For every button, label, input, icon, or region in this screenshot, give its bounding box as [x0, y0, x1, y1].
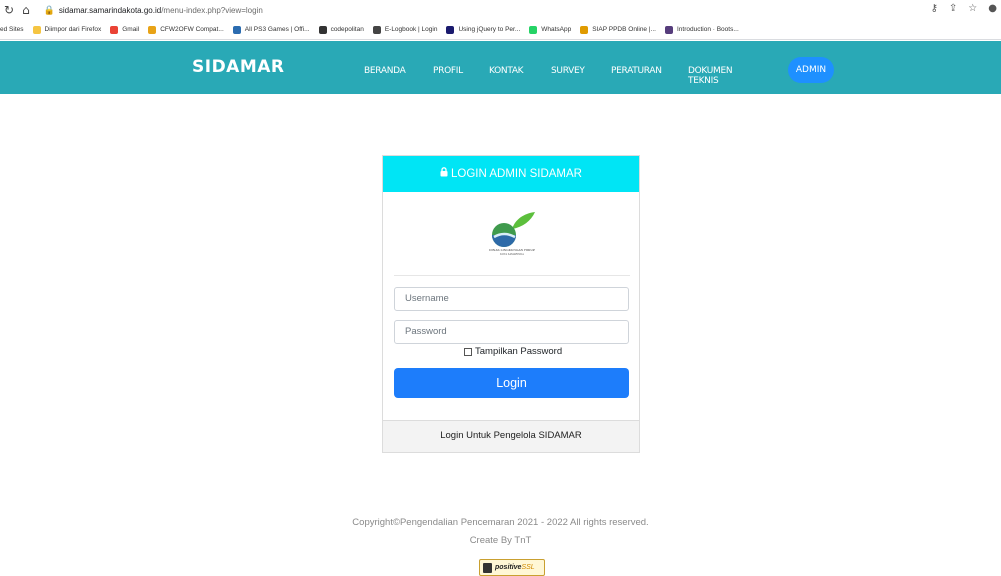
login-title: LOGIN ADMIN SIDAMAR — [451, 168, 582, 180]
logo-caption: DINAS LINGKUNGAN HIDUP — [489, 248, 535, 252]
bookmark-label: SIAP PPDB Online |... — [592, 26, 656, 33]
bookmark-label: WhatsApp — [541, 26, 572, 33]
reload-icon[interactable]: ↻ — [4, 3, 14, 17]
extension-icon[interactable]: ● — [988, 3, 997, 14]
bookmark-item[interactable]: codepolitan — [318, 25, 364, 34]
bookmarks-bar: ed Sites Diimpor dari Firefox Gmail CFW2OFW… — [0, 20, 1001, 40]
browser-nav: ↻ ⌂ — [0, 3, 30, 17]
nav-peraturan[interactable]: PERATURAN — [611, 66, 662, 76]
nav-kontak[interactable]: KONTAK — [489, 66, 524, 76]
url-domain: sidamar.samarindakota.go.id — [58, 5, 162, 15]
created-by-text: Create By TnT — [469, 535, 532, 546]
bookmark-icon — [529, 25, 538, 34]
bookmark-icon — [446, 25, 455, 34]
bookmark-item[interactable]: Gmail — [110, 25, 140, 34]
copyright-text: Copyright©Pengendalian Pencemaran 2021 -… — [352, 517, 649, 528]
share-icon[interactable]: ⇪ — [949, 3, 957, 14]
bookmark-item[interactable]: E-Logbook | Login — [372, 25, 438, 34]
password-input[interactable]: Password — [394, 320, 629, 344]
bookmark-item[interactable]: WhatsApp — [529, 25, 572, 34]
ssl-badge-suffix: SSL — [521, 564, 535, 571]
logo-subcaption: KOTA SAMARINDA — [500, 253, 524, 256]
bookmark-item[interactable]: SIAP PPDB Online |... — [580, 25, 656, 34]
bookmark-item[interactable]: Diimpor dari Firefox — [32, 25, 102, 34]
bookmark-icon — [110, 25, 119, 34]
site-navbar: SIDAMAR BERANDA PROFIL KONTAK SURVEY PER… — [0, 41, 1001, 94]
ssl-badge-label: positive — [495, 564, 522, 571]
nav-dokumen-teknis[interactable]: DOKUMEN TEKNIS — [688, 66, 733, 86]
bookmark-icon — [580, 25, 589, 34]
lock-icon — [440, 156, 448, 192]
bookmark-label: Introduction · Boots... — [676, 26, 739, 33]
home-icon[interactable]: ⌂ — [22, 3, 30, 17]
bookmark-label: CFW2OFW Compat... — [160, 26, 224, 33]
username-input[interactable]: Username — [394, 287, 629, 311]
show-password-checkbox[interactable] — [464, 347, 472, 356]
url-path: /menu-index.php?view=login — [161, 5, 263, 15]
browser-actions: ⚷ ⇪ ☆ ● — [931, 3, 997, 14]
bookmark-item[interactable]: ed Sites — [0, 26, 24, 33]
bookmark-item[interactable]: All PS3 Games | Offi... — [232, 25, 310, 34]
nav-beranda[interactable]: BERANDA — [364, 66, 406, 76]
bookmark-item[interactable]: Introduction · Boots... — [664, 25, 739, 34]
star-icon[interactable]: ☆ — [968, 3, 977, 14]
bookmark-icon — [372, 25, 381, 34]
nav-profil[interactable]: PROFIL — [433, 66, 463, 76]
bookmark-icon — [318, 25, 327, 34]
nav-survey[interactable]: SURVEY — [551, 66, 585, 76]
lock-icon: 🔒 — [43, 4, 55, 15]
bookmark-label: E-Logbook | Login — [384, 26, 438, 33]
bookmark-label: codepolitan — [330, 26, 364, 33]
dlh-logo: DINAS LINGKUNGAN HIDUP KOTA SAMARINDA — [483, 207, 541, 259]
show-password-label: Tampilkan Password — [475, 346, 563, 357]
bookmark-label: Using jQuery to Per... — [458, 26, 521, 33]
bookmark-item[interactable]: Using jQuery to Per... — [446, 25, 521, 34]
login-button[interactable]: Login — [394, 368, 629, 398]
login-card-footer: Login Untuk Pengelola SIDAMAR — [383, 420, 639, 452]
brand-logo[interactable]: SIDAMAR — [192, 57, 285, 77]
bookmark-label: Diimpor dari Firefox — [44, 26, 102, 33]
nav-admin[interactable]: ADMIN — [788, 57, 834, 83]
positive-ssl-badge[interactable]: positiveSSL — [479, 559, 545, 576]
bookmark-icon — [32, 25, 41, 34]
login-card: LOGIN ADMIN SIDAMAR DINAS LINGKUNGAN HID… — [382, 155, 640, 453]
browser-address-bar: ↻ ⌂ 🔒 sidamar.samarindakota.go.id/menu-i… — [0, 0, 1001, 20]
url-field[interactable]: sidamar.samarindakota.go.id/menu-index.p… — [59, 6, 263, 15]
bookmark-icon — [232, 25, 241, 34]
bookmark-label: Gmail — [122, 26, 140, 33]
bookmark-item[interactable]: CFW2OFW Compat... — [148, 25, 224, 34]
bookmark-label: All PS3 Games | Offi... — [244, 26, 310, 33]
bookmark-label: ed Sites — [0, 26, 24, 33]
divider — [394, 275, 630, 276]
login-card-header: LOGIN ADMIN SIDAMAR — [383, 156, 639, 192]
show-password-toggle[interactable]: Tampilkan Password — [464, 346, 562, 357]
padlock-icon — [483, 562, 492, 573]
bookmark-icon — [664, 25, 673, 34]
bookmark-icon — [148, 25, 157, 34]
key-icon[interactable]: ⚷ — [931, 3, 938, 14]
